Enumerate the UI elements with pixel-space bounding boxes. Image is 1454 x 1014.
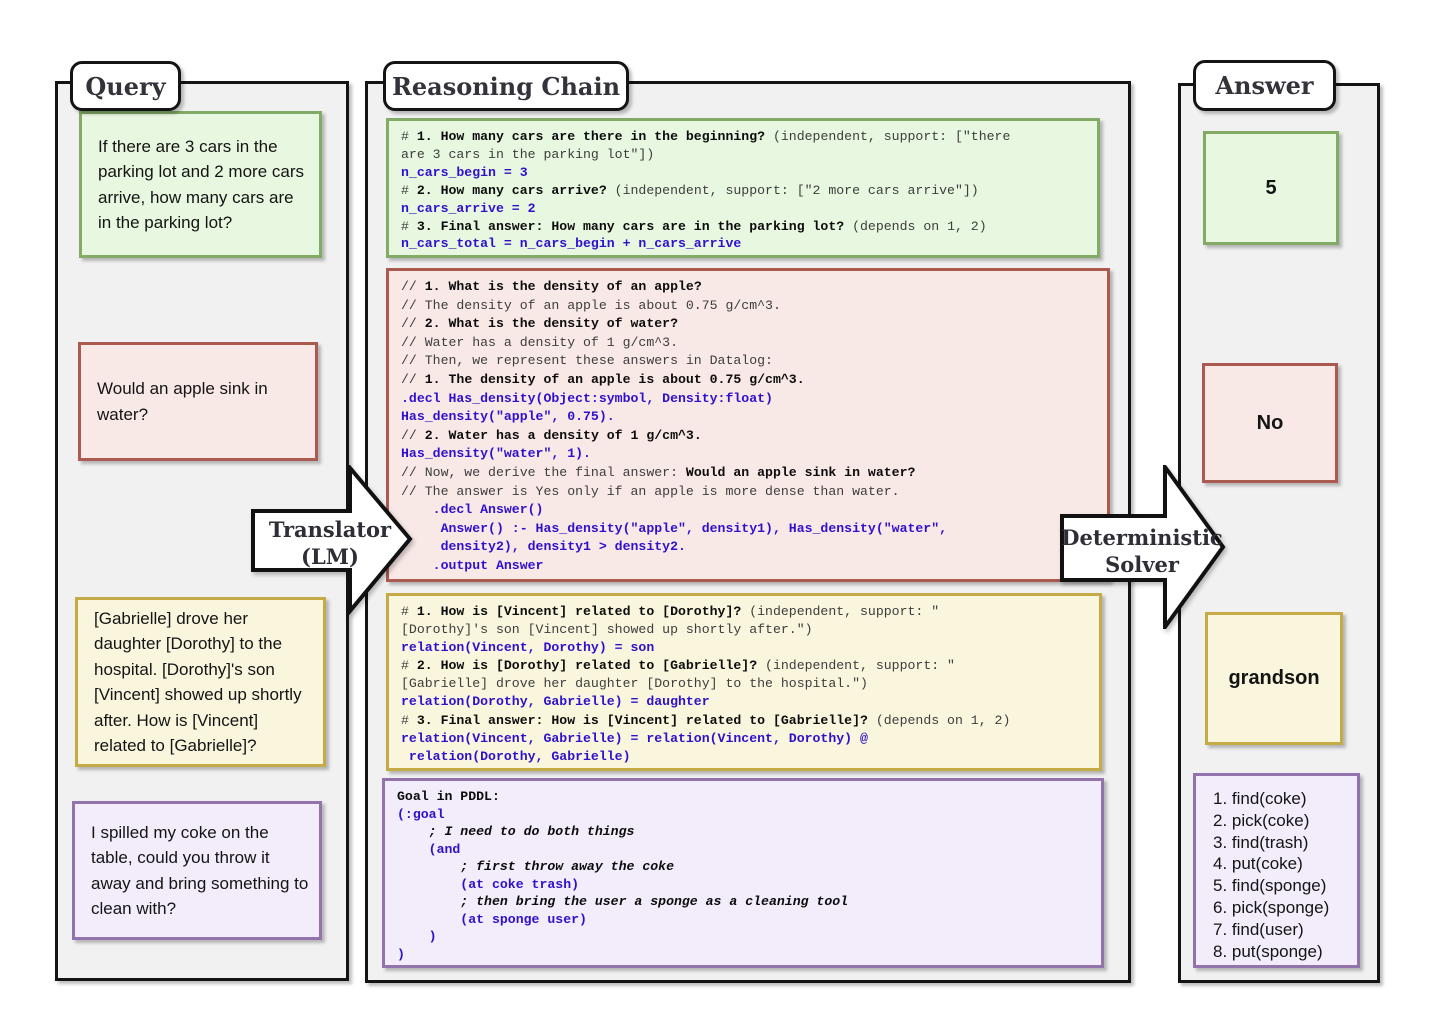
code-line: (at sponge user) [397,911,1089,929]
code-line: ; I need to do both things [397,823,1089,841]
answer-box-plan: 1. find(coke)2. pick(coke)3. find(trash)… [1193,773,1360,968]
code-line: // 2. Water has a density of 1 g/cm^3. [401,427,1095,446]
reasoning-code-apple: // 1. What is the density of an apple?//… [386,268,1110,582]
answer-text-cars: 5 [1265,177,1276,200]
translator-label-line1: Translator [269,517,392,542]
code-line: are 3 cars in the parking lot"]) [401,146,1085,164]
code-line: [Gabrielle] drove her daughter [Dorothy]… [401,675,1087,693]
code-line: // Now, we derive the final answer: Woul… [401,464,1095,483]
translator-arrow: Translator (LM) [251,465,415,622]
code-line: (:goal [397,806,1089,824]
code-line: // 1. What is the density of an apple? [401,278,1095,297]
code-line: ) [397,928,1089,946]
code-line: # 3. Final answer: How many cars are in … [401,218,1085,236]
code-line: .decl Answer() [401,501,1095,520]
code-line: // 1. The density of an apple is about 0… [401,371,1095,390]
code-line: ; then bring the user a sponge as a clea… [397,893,1089,911]
query-text-cars: If there are 3 cars in the parking lot a… [98,134,309,236]
code-line: .decl Has_density(Object:symbol, Density… [401,390,1095,409]
code-line: Goal in PDDL: [397,788,1089,806]
query-box-apple: Would an apple sink in water? [78,342,318,461]
list-item: 3. find(trash) [1213,832,1349,854]
right-block-arrow-icon: Deterministic Solver [1060,465,1228,629]
code-line: n_cars_begin = 3 [401,164,1085,182]
reasoning-chain-column-title: Reasoning Chain [383,61,629,111]
list-item: 4. put(coke) [1213,853,1349,875]
reasoning-code-kinship: # 1. How is [Vincent] related to [Doroth… [386,593,1102,771]
code-line: Has_density("water", 1). [401,445,1095,464]
query-text-kinship: [Gabrielle] drove her daughter [Dorothy]… [94,606,313,759]
figure-canvas: Query Reasoning Chain Answer If there ar… [0,0,1454,1014]
code-line: ; first throw away the coke [397,858,1089,876]
answer-column-title: Answer [1193,60,1336,111]
code-line: // Then, we represent these answers in D… [401,352,1095,371]
answer-text-kinship: grandson [1228,667,1319,690]
list-item: 8. put(sponge) [1213,941,1349,963]
query-box-kinship: [Gabrielle] drove her daughter [Dorothy]… [75,597,326,767]
code-line: // Water has a density of 1 g/cm^3. [401,334,1095,353]
code-line: // The answer is Yes only if an apple is… [401,483,1095,502]
list-item: 5. find(sponge) [1213,875,1349,897]
answer-box-cars: 5 [1203,131,1339,245]
reasoning-code-cars: # 1. How many cars are there in the begi… [386,118,1100,258]
query-box-coke: I spilled my coke on the table, could yo… [72,801,322,940]
code-line: // The density of an apple is about 0.75… [401,297,1095,316]
code-line: # 3. Final answer: How is [Vincent] rela… [401,712,1087,730]
code-line: Answer() :- Has_density("apple", density… [401,520,1095,539]
code-line: relation(Dorothy, Gabrielle) = daughter [401,693,1087,711]
solver-label-line2: Solver [1105,552,1180,577]
code-line: n_cars_total = n_cars_begin + n_cars_arr… [401,235,1085,253]
list-item: 2. pick(coke) [1213,810,1349,832]
translator-label-line2: (LM) [301,544,359,569]
answer-text-apple: No [1257,412,1284,435]
code-line: Has_density("apple", 0.75). [401,408,1095,427]
code-line: relation(Vincent, Dorothy) = son [401,639,1087,657]
query-box-cars: If there are 3 cars in the parking lot a… [79,111,322,258]
code-line: n_cars_arrive = 2 [401,200,1085,218]
right-block-arrow-icon: Translator (LM) [251,465,415,617]
code-line: relation(Dorothy, Gabrielle) [401,748,1087,766]
code-line: .output Answer [401,557,1095,576]
code-line: relation(Vincent, Gabrielle) = relation(… [401,730,1087,748]
code-line: ) [397,946,1089,964]
code-line: # 2. How many cars arrive? (independent,… [401,182,1085,200]
solver-label-line1: Deterministic [1061,525,1222,550]
list-item: 6. pick(sponge) [1213,897,1349,919]
code-line: // 2. What is the density of water? [401,315,1095,334]
code-line: [Dorothy]'s son [Vincent] showed up shor… [401,621,1087,639]
reasoning-code-pddl: Goal in PDDL:(:goal ; I need to do both … [382,778,1104,968]
code-line: density2), density1 > density2. [401,538,1095,557]
code-line: (and [397,841,1089,859]
list-item: 7. find(user) [1213,919,1349,941]
code-line: # 1. How many cars are there in the begi… [401,128,1085,146]
query-text-coke: I spilled my coke on the table, could yo… [91,820,309,922]
code-line: # 2. How is [Dorothy] related to [Gabrie… [401,657,1087,675]
deterministic-solver-arrow: Deterministic Solver [1060,465,1228,634]
query-column-title: Query [70,61,181,111]
code-line: (at coke trash) [397,876,1089,894]
code-line: # 1. How is [Vincent] related to [Doroth… [401,603,1087,621]
list-item: 1. find(coke) [1213,788,1349,810]
query-text-apple: Would an apple sink in water? [97,376,305,427]
